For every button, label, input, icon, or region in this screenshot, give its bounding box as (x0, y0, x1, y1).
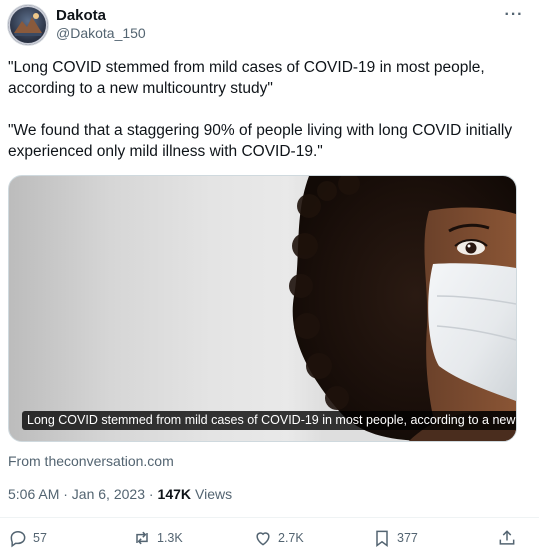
like-count: 2.7K (278, 531, 304, 545)
reply-button[interactable]: 57 (8, 527, 47, 549)
repost-count: 1.3K (157, 531, 183, 545)
repost-icon (136, 531, 148, 545)
bookmark-icon (376, 530, 388, 547)
tweet[interactable]: Dakota @Dakota_150 ··· "Long COVID stemm… (0, 0, 539, 553)
link-card-image[interactable]: Long COVID stemmed from mild cases of CO… (8, 175, 517, 442)
like-button[interactable]: 2.7K (253, 527, 304, 549)
media-caption: Long COVID stemmed from mild cases of CO… (22, 411, 516, 430)
avatar[interactable] (8, 5, 48, 45)
reply-count: 57 (33, 531, 47, 545)
woman-with-mask-image (289, 176, 516, 441)
more-options-icon[interactable]: ··· (503, 6, 525, 24)
bookmark-button[interactable]: 377 (372, 527, 418, 549)
author-handle[interactable]: @Dakota_150 (56, 25, 146, 42)
divider (0, 517, 539, 518)
tweet-meta: 5:06 AM · Jan 6, 2023 · 147K Views (8, 486, 232, 503)
tweet-paragraph: "We found that a staggering 90% of peopl… (8, 122, 513, 160)
share-icon (499, 530, 515, 545)
tweet-paragraph: "Long COVID stemmed from mild cases of C… (8, 59, 485, 97)
repost-button[interactable]: 1.3K (132, 527, 183, 549)
tweet-text: "Long COVID stemmed from mild cases of C… (8, 57, 523, 162)
share-button[interactable] (497, 527, 517, 549)
author-name[interactable]: Dakota (56, 7, 106, 25)
heart-icon (256, 532, 270, 546)
link-source[interactable]: From theconversation.com (8, 453, 174, 470)
action-bar: 57 1.3K 2.7K 377 (0, 527, 539, 549)
views-count: 147K (157, 486, 191, 502)
views-label: Views (195, 486, 233, 502)
reply-icon (10, 530, 26, 548)
timestamp[interactable]: 5:06 AM · Jan 6, 2023 · (8, 486, 154, 503)
bookmark-count: 377 (397, 531, 418, 545)
